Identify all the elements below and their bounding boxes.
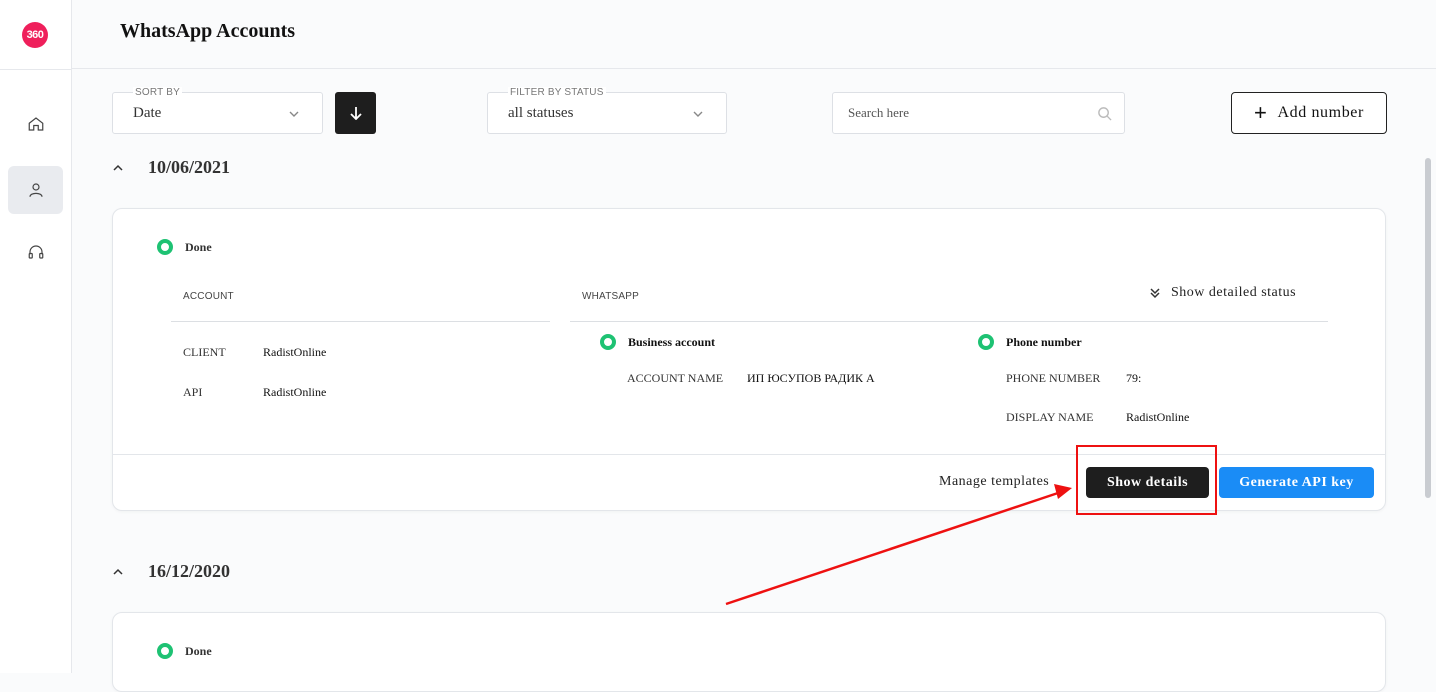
group-header: 16/12/2020: [112, 561, 230, 582]
scrollbar[interactable]: [1425, 158, 1431, 498]
status-indicator: Done: [157, 239, 212, 255]
show-details-button[interactable]: Show details: [1086, 467, 1209, 498]
status-indicator: Done: [157, 643, 212, 659]
user-icon: [28, 183, 43, 197]
business-account-heading: Business account: [600, 334, 715, 350]
divider: [570, 321, 1328, 322]
chevron-down-icon: [692, 107, 704, 119]
divider: [171, 321, 550, 322]
business-account-title: Business account: [628, 334, 716, 349]
account-name-value: ИП ЮСУПОВ РАДИК А: [747, 371, 875, 385]
page-title: WhatsApp Accounts: [120, 20, 296, 42]
status-done-icon: [157, 643, 173, 659]
api-key-label: API: [183, 385, 203, 399]
sort-by-select[interactable]: SORT BY Date: [112, 87, 323, 134]
group-date: 16/12/2020: [148, 561, 231, 581]
sidebar-item-support[interactable]: [8, 228, 63, 276]
display-name-key: DISPLAY NAME: [1006, 410, 1094, 424]
client-key: CLIENT: [183, 345, 226, 359]
phone-number-value: 79:: [1126, 371, 1142, 385]
add-number-label: Add number: [1277, 104, 1364, 121]
account-name-key: ACCOUNT NAME: [627, 371, 724, 385]
account-card: Done ACCOUNT WHATSAPP Show detailed stat…: [112, 208, 1386, 511]
search-icon: [1097, 106, 1112, 121]
plus-icon: +: [1254, 100, 1268, 125]
client-value: RadistOnline: [263, 345, 327, 359]
phone-number-heading: Phone number: [978, 334, 1082, 350]
api-value: RadistOnline: [263, 385, 327, 399]
status-text: Done: [185, 239, 212, 254]
status-done-icon: [157, 239, 173, 255]
status-text: Done: [185, 643, 212, 658]
group-header: 10/06/2021: [112, 157, 230, 178]
home-icon: [28, 117, 43, 131]
search-input[interactable]: [833, 93, 1124, 133]
collapse-caret-icon[interactable]: [112, 565, 126, 579]
filter-status-label: FILTER BY STATUS: [508, 87, 606, 98]
arrow-down-icon: [349, 107, 362, 120]
sidebar-item-home[interactable]: [8, 100, 63, 148]
filter-status-value: all statuses: [508, 105, 574, 121]
chevron-down-icon: [288, 107, 300, 119]
display-name-value: RadistOnline: [1126, 410, 1190, 424]
sidebar-divider: [0, 69, 72, 70]
double-chevron-down-icon: [1150, 288, 1160, 299]
sort-by-value: Date: [133, 105, 162, 121]
card-footer-divider: [113, 454, 1385, 455]
sidebar-item-accounts[interactable]: [8, 166, 63, 214]
show-detailed-status-label: Show detailed status: [1171, 285, 1297, 300]
show-detailed-status-toggle[interactable]: Show detailed status: [1149, 285, 1296, 301]
manage-templates-link[interactable]: Manage templates: [939, 474, 1049, 490]
account-section-label: ACCOUNT: [183, 291, 234, 302]
account-card: Done: [112, 612, 1386, 692]
app-logo[interactable]: 360: [22, 22, 48, 48]
phone-number-key: PHONE NUMBER: [1006, 371, 1101, 385]
whatsapp-section-label: WHATSAPP: [582, 291, 639, 302]
status-done-icon: [978, 334, 994, 350]
group-date: 10/06/2021: [148, 157, 231, 177]
sort-direction-button[interactable]: [335, 92, 376, 134]
headset-icon: [28, 245, 43, 259]
phone-number-title: Phone number: [1006, 334, 1082, 349]
sidebar: 360: [0, 0, 72, 673]
generate-api-key-button[interactable]: Generate API key: [1219, 467, 1374, 498]
add-number-button[interactable]: + Add number: [1231, 92, 1387, 134]
page-header: WhatsApp Accounts: [72, 0, 1436, 69]
search-field: [832, 92, 1125, 134]
filter-status-select[interactable]: FILTER BY STATUS all statuses: [487, 87, 727, 134]
sort-by-label: SORT BY: [133, 87, 182, 98]
status-done-icon: [600, 334, 616, 350]
collapse-caret-icon[interactable]: [112, 161, 126, 175]
